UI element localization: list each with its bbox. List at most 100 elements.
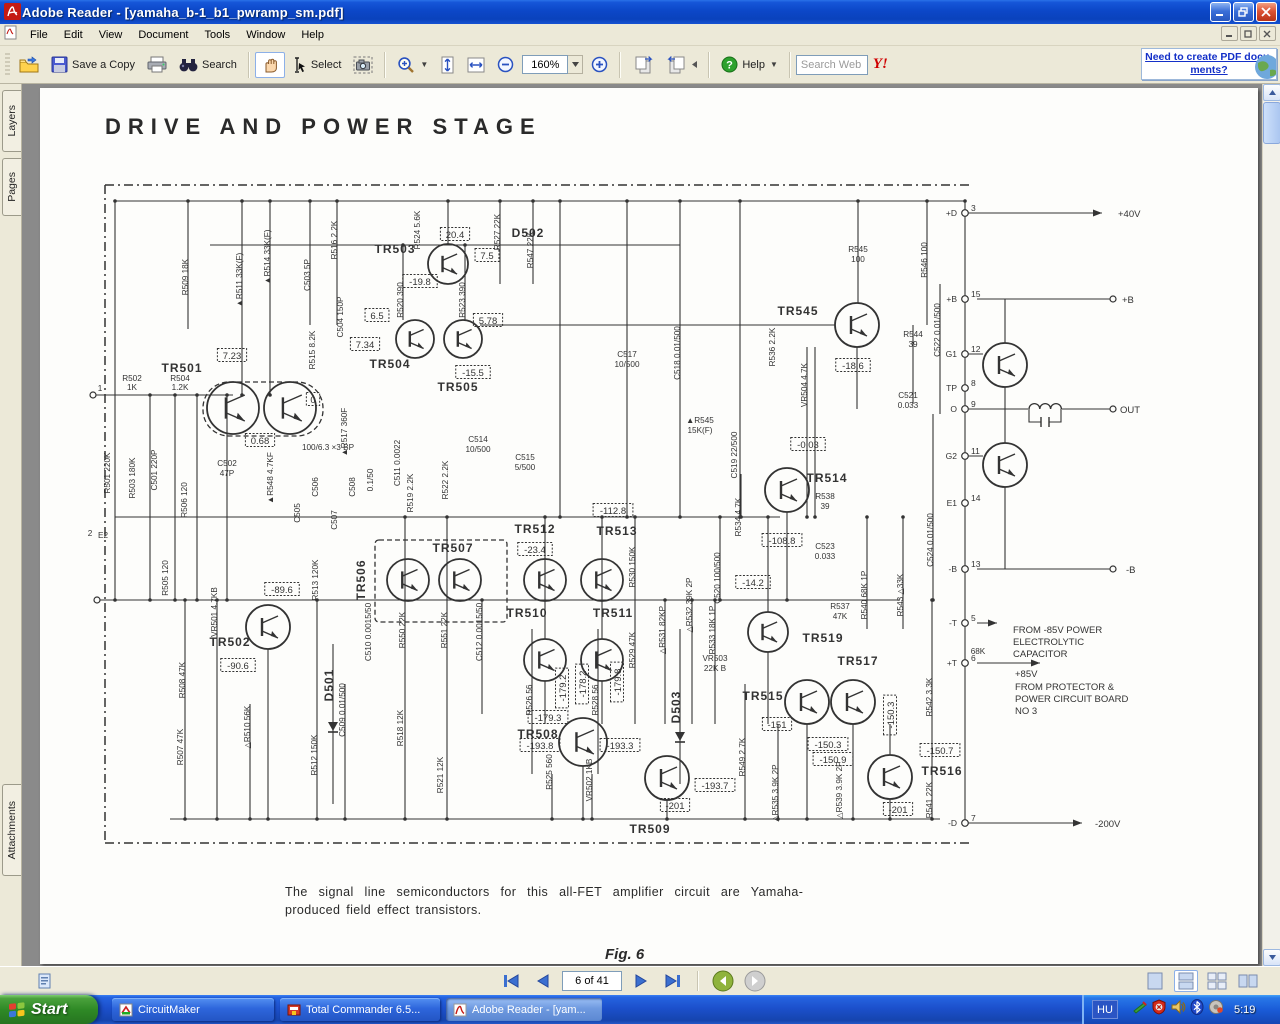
previous-page-button[interactable]	[530, 970, 556, 992]
svg-text:DRIVE AND POWER STAGE: DRIVE AND POWER STAGE	[105, 114, 542, 139]
hand-tool-button[interactable]	[254, 51, 285, 78]
help-button[interactable]: ? Help ▼	[715, 52, 784, 77]
tab-attachments[interactable]: Attachments	[2, 784, 21, 876]
document-status-icon[interactable]	[38, 973, 54, 994]
svg-text:1: 1	[98, 384, 103, 393]
svg-text:R529 47K: R529 47K	[628, 631, 637, 668]
task-total-commander[interactable]: Total Commander 6.5...	[280, 998, 440, 1021]
search-web-input[interactable]	[795, 54, 868, 75]
svg-text:C524 0.01/500: C524 0.01/500	[926, 513, 935, 567]
update-tray-icon[interactable]	[1208, 999, 1224, 1020]
task-circuitmaker[interactable]: CircuitMaker	[112, 998, 274, 1021]
search-label: Search	[201, 58, 237, 71]
mdi-minimize-button[interactable]	[1221, 26, 1238, 41]
mdi-close-button[interactable]	[1259, 26, 1276, 41]
svg-text:VR504 4.7K: VR504 4.7K	[800, 362, 809, 407]
minus-circle-icon	[498, 56, 514, 73]
security-alert-tray-icon[interactable]	[1151, 999, 1167, 1020]
next-view-button[interactable]	[742, 970, 768, 992]
svg-text:-178.2: -178.2	[578, 671, 589, 698]
svg-text:TR512: TR512	[514, 522, 555, 536]
snapshot-button[interactable]	[347, 52, 379, 78]
svg-text:R549 2.7K: R549 2.7K	[738, 737, 747, 776]
search-button[interactable]: Search	[173, 53, 243, 77]
svg-text:C509 0.01/500: C509 0.01/500	[338, 683, 347, 737]
menu-window[interactable]: Window	[238, 26, 293, 44]
vertical-scrollbar[interactable]	[1262, 84, 1280, 966]
menu-help[interactable]: Help	[293, 26, 332, 44]
menu-items: File Edit View Document Tools Window Help	[22, 26, 332, 44]
svg-text:R512 150K: R512 150K	[310, 734, 319, 776]
svg-text:C518 0.01/500: C518 0.01/500	[673, 326, 682, 380]
svg-text:+T: +T	[947, 658, 957, 668]
svg-text:-193.7: -193.7	[702, 781, 729, 792]
scrollbar-thumb[interactable]	[1263, 102, 1280, 144]
toolbar-grip[interactable]	[5, 52, 10, 77]
svg-text:▲R545: ▲R545	[686, 416, 714, 425]
svg-text:-14.2: -14.2	[742, 578, 764, 589]
zoom-in-button[interactable]	[585, 52, 614, 77]
svg-text:TR514: TR514	[806, 471, 847, 485]
bluetooth-tray-icon[interactable]	[1189, 999, 1205, 1020]
menu-document[interactable]: Document	[130, 26, 196, 44]
task-label: CircuitMaker	[138, 1003, 200, 1016]
language-indicator[interactable]: HU	[1092, 1000, 1118, 1019]
svg-text:R544: R544	[903, 330, 923, 339]
minimize-button[interactable]	[1210, 2, 1231, 22]
previous-view-button[interactable]	[710, 970, 736, 992]
fit-height-button[interactable]	[434, 52, 461, 78]
print-button[interactable]	[141, 52, 173, 77]
yahoo-icon[interactable]: Y!	[873, 56, 888, 73]
open-button[interactable]	[13, 52, 45, 77]
svg-text:R537: R537	[830, 602, 850, 611]
svg-text:▲R511 33K(F): ▲R511 33K(F)	[235, 253, 244, 308]
zoom-level-field[interactable]: 160%	[522, 55, 569, 74]
menu-edit[interactable]: Edit	[56, 26, 91, 44]
fit-width-button[interactable]	[461, 52, 491, 78]
svg-text:C517: C517	[617, 350, 637, 359]
svg-text:0: 0	[310, 395, 315, 406]
volume-tray-icon[interactable]	[1170, 999, 1186, 1020]
save-a-copy-button[interactable]: Save a Copy	[45, 52, 141, 77]
last-page-button[interactable]	[660, 970, 686, 992]
restore-button[interactable]	[1233, 2, 1254, 22]
page-back-icon	[667, 56, 685, 74]
pdf-page: +D 3 +B 15 G1 12 TP 8 O 9 G2 11 E1 14 -B 13 -T 5 +T 6 -D 7 R50…	[40, 88, 1258, 964]
zoom-level-dropdown[interactable]	[568, 55, 584, 74]
create-pdf-button[interactable]: Need to create PDF docu- ments?	[1141, 48, 1277, 80]
page-forward-button[interactable]	[626, 51, 660, 78]
svg-text:R509 18K: R509 18K	[181, 258, 190, 295]
facing-view-button[interactable]	[1236, 970, 1260, 992]
scroll-up-button[interactable]	[1263, 84, 1280, 101]
menu-file[interactable]: File	[22, 26, 56, 44]
svg-text:produced field effect transist: produced field effect transistors.	[285, 903, 482, 917]
start-button[interactable]: Start	[0, 995, 98, 1024]
page-number-field[interactable]	[562, 971, 622, 991]
single-page-view-button[interactable]	[1143, 970, 1167, 992]
menu-tools[interactable]: Tools	[197, 26, 239, 44]
svg-text:△R535 3.9K 2P: △R535 3.9K 2P	[771, 764, 780, 822]
page-back-button[interactable]	[660, 51, 703, 78]
svg-text:C510 0.0015/50: C510 0.0015/50	[364, 602, 373, 661]
task-adobe-reader[interactable]: Adobe Reader - [yam...	[446, 998, 602, 1021]
zoom-out-button[interactable]	[491, 52, 520, 77]
svg-text:-B: -B	[1126, 565, 1136, 576]
select-tool-button[interactable]: Select	[285, 53, 348, 77]
svg-text:FROM -85V POWER: FROM -85V POWER	[1013, 625, 1102, 636]
tablet-settings-tray-icon[interactable]	[1132, 999, 1148, 1020]
menu-view[interactable]: View	[91, 26, 131, 44]
tab-layers[interactable]: Layers	[2, 90, 21, 152]
continuous-facing-view-button[interactable]	[1205, 970, 1229, 992]
continuous-view-button[interactable]	[1174, 970, 1198, 992]
svg-text:22K B: 22K B	[704, 664, 727, 673]
svg-text:OUT: OUT	[1120, 405, 1140, 416]
next-page-button[interactable]	[628, 970, 654, 992]
mdi-restore-button[interactable]	[1240, 26, 1257, 41]
close-button[interactable]	[1256, 2, 1277, 22]
svg-text:C506: C506	[311, 477, 320, 497]
scroll-down-button[interactable]	[1263, 949, 1280, 966]
tab-pages[interactable]: Pages	[2, 158, 21, 216]
total-commander-icon	[287, 1004, 301, 1015]
first-page-button[interactable]	[498, 970, 524, 992]
zoom-in-tool-button[interactable]: ▼	[391, 52, 434, 78]
